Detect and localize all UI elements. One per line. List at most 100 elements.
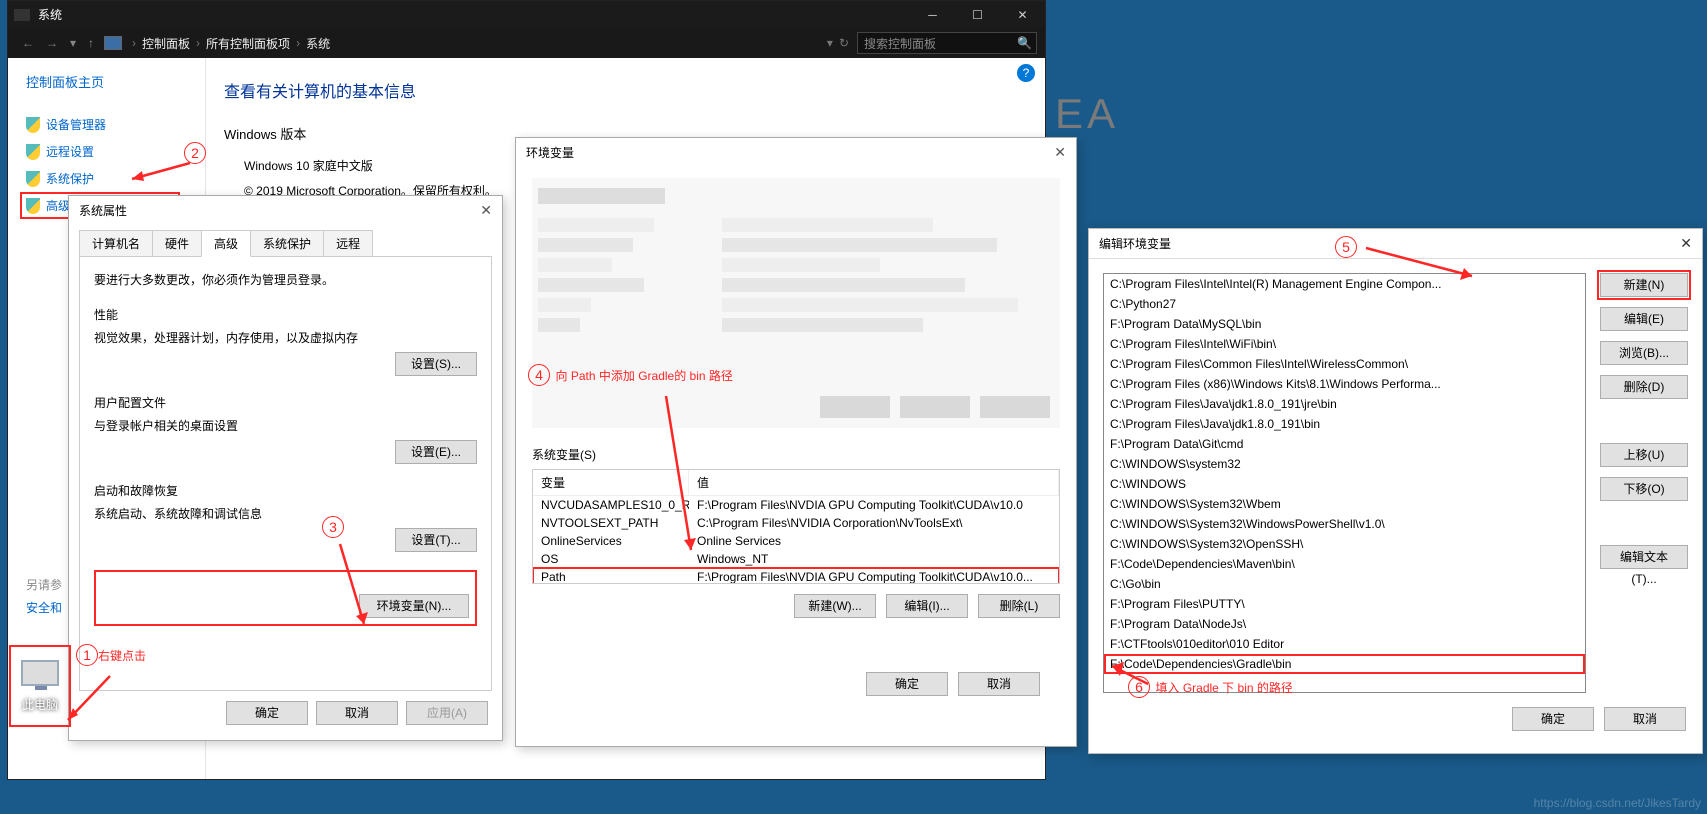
user-profile-settings-button[interactable]: 设置(E)... xyxy=(395,440,477,464)
watermark: https://blog.csdn.net/JikesTardy xyxy=(1534,796,1701,810)
background-ide-text: EA xyxy=(1055,90,1119,138)
tab-advanced[interactable]: 高级 xyxy=(201,230,251,257)
system-titlebar[interactable]: 系统 ─ ☐ ✕ xyxy=(8,1,1045,28)
path-entry[interactable]: C:\WINDOWS\System32\WindowsPowerShell\v1… xyxy=(1104,514,1585,534)
address-dropdown[interactable]: ▾ xyxy=(827,36,833,50)
close-icon[interactable]: ✕ xyxy=(1054,144,1066,162)
edit-env-title: 编辑环境变量 xyxy=(1099,235,1171,252)
maximize-button[interactable]: ☐ xyxy=(955,1,1000,28)
tab-remote[interactable]: 远程 xyxy=(323,230,373,256)
forward-button[interactable]: → xyxy=(46,36,58,50)
this-pc-label: 此电脑 xyxy=(22,696,58,713)
system-properties-dialog: 系统属性 ✕ 计算机名 硬件 高级 系统保护 远程 要进行大多数更改，你必须作为… xyxy=(68,195,503,741)
new-entry-button[interactable]: 新建(N) xyxy=(1600,273,1688,297)
tab-computer-name[interactable]: 计算机名 xyxy=(79,230,153,256)
sys-var-row[interactable]: OSWindows_NT xyxy=(533,550,1059,568)
breadcrumb-3[interactable]: 系统 xyxy=(306,35,330,52)
performance-heading: 性能 xyxy=(94,306,477,323)
sidebar-device-manager[interactable]: 设备管理器 xyxy=(26,111,205,138)
delete-entry-button[interactable]: 删除(D) xyxy=(1600,375,1688,399)
navigation-bar: ← → ▾ ↑ › 控制面板 › 所有控制面板项 › 系统 ▾ ↻ 搜索控制面板… xyxy=(8,28,1045,58)
sidebar-remote-settings[interactable]: 远程设置 xyxy=(26,138,205,165)
path-entry[interactable]: C:\WINDOWS\System32\OpenSSH\ xyxy=(1104,534,1585,554)
apply-button[interactable]: 应用(A) xyxy=(406,701,488,725)
path-entry-editing[interactable] xyxy=(1104,654,1585,674)
path-entry[interactable]: F:\Code\Dependencies\Maven\bin\ xyxy=(1104,554,1585,574)
path-entry[interactable]: C:\Program Files\Java\jdk1.8.0_191\bin xyxy=(1104,414,1585,434)
ok-button[interactable]: 确定 xyxy=(866,672,948,696)
up-button[interactable]: ↑ xyxy=(88,36,94,50)
env-vars-dialog: 环境变量 ✕ 系统变量(S) 变量 值 NVC xyxy=(515,137,1077,747)
close-button[interactable]: ✕ xyxy=(1000,1,1045,28)
new-var-button[interactable]: 新建(W)... xyxy=(794,594,876,618)
move-up-button[interactable]: 上移(U) xyxy=(1600,443,1688,467)
startup-heading: 启动和故障恢复 xyxy=(94,482,477,499)
user-profile-heading: 用户配置文件 xyxy=(94,394,477,411)
col-value[interactable]: 值 xyxy=(689,470,1059,495)
path-entry[interactable]: C:\Program Files\Common Files\Intel\Wire… xyxy=(1104,354,1585,374)
sys-var-row[interactable]: PathF:\Program Files\NVDIA GPU Computing… xyxy=(533,568,1059,584)
browse-button[interactable]: 浏览(B)... xyxy=(1600,341,1688,365)
close-icon[interactable]: ✕ xyxy=(1680,235,1692,252)
back-button[interactable]: ← xyxy=(22,36,34,50)
shield-icon xyxy=(26,198,40,214)
edit-var-button[interactable]: 编辑(I)... xyxy=(886,594,968,618)
shield-icon xyxy=(26,117,40,133)
sys-var-row[interactable]: NVTOOLSEXT_PATHC:\Program Files\NVIDIA C… xyxy=(533,514,1059,532)
col-variable[interactable]: 变量 xyxy=(533,470,689,495)
user-profile-desc: 与登录帐户相关的桌面设置 xyxy=(94,417,477,434)
cancel-button[interactable]: 取消 xyxy=(316,701,398,725)
path-entry[interactable]: C:\WINDOWS xyxy=(1104,474,1585,494)
sidebar-system-protection[interactable]: 系统保护 xyxy=(26,165,205,192)
history-dropdown[interactable]: ▾ xyxy=(70,36,76,50)
breadcrumb-1[interactable]: 控制面板 xyxy=(142,35,190,52)
startup-settings-button[interactable]: 设置(T)... xyxy=(395,528,477,552)
monitor-icon xyxy=(21,660,59,686)
path-entry[interactable]: C:\WINDOWS\System32\Wbem xyxy=(1104,494,1585,514)
sys-var-row[interactable]: OnlineServicesOnline Services xyxy=(533,532,1059,550)
cancel-button[interactable]: 取消 xyxy=(1604,707,1686,731)
path-entry-input[interactable] xyxy=(1105,655,1584,673)
minimize-button[interactable]: ─ xyxy=(910,1,955,28)
path-entry[interactable]: F:\Program Data\NodeJs\ xyxy=(1104,614,1585,634)
path-entry[interactable]: F:\Program Data\Git\cmd xyxy=(1104,434,1585,454)
move-down-button[interactable]: 下移(O) xyxy=(1600,477,1688,501)
cancel-button[interactable]: 取消 xyxy=(958,672,1040,696)
breadcrumb-2[interactable]: 所有控制面板项 xyxy=(206,35,290,52)
path-entry[interactable]: C:\Python27 xyxy=(1104,294,1585,314)
tab-hardware[interactable]: 硬件 xyxy=(152,230,202,256)
ok-button[interactable]: 确定 xyxy=(1512,707,1594,731)
security-link[interactable]: 安全和 xyxy=(26,596,62,619)
help-icon[interactable]: ? xyxy=(1017,64,1035,82)
user-variables-blurred xyxy=(532,178,1060,428)
ok-button[interactable]: 确定 xyxy=(226,701,308,725)
this-pc-desktop-icon[interactable]: 此电脑 xyxy=(9,645,71,727)
edit-text-button[interactable]: 编辑文本(T)... xyxy=(1600,545,1688,569)
close-icon[interactable]: ✕ xyxy=(480,202,492,220)
path-entry[interactable]: F:\Program Files\PUTTY\ xyxy=(1104,594,1585,614)
search-input[interactable]: 搜索控制面板 🔍 xyxy=(857,32,1037,54)
system-vars-label: 系统变量(S) xyxy=(532,446,1060,463)
path-entry[interactable]: C:\Program Files (x86)\Windows Kits\8.1\… xyxy=(1104,374,1585,394)
path-entry[interactable]: F:\Program Data\MySQL\bin xyxy=(1104,314,1585,334)
system-icon xyxy=(14,9,30,21)
edit-env-var-dialog: 编辑环境变量 ✕ C:\Program Files\Intel\Intel(R)… xyxy=(1088,228,1703,754)
performance-settings-button[interactable]: 设置(S)... xyxy=(395,352,477,376)
tabs: 计算机名 硬件 高级 系统保护 远程 xyxy=(79,230,492,256)
path-entry[interactable]: C:\Go\bin xyxy=(1104,574,1585,594)
system-vars-table[interactable]: 变量 值 NVCUDASAMPLES10_0_RF:\Program Files… xyxy=(532,469,1060,584)
delete-var-button[interactable]: 删除(L) xyxy=(978,594,1060,618)
tab-system-protection[interactable]: 系统保护 xyxy=(250,230,324,256)
path-entry[interactable]: C:\Program Files\Intel\WiFi\bin\ xyxy=(1104,334,1585,354)
path-entry[interactable]: F:\CTFtools\010editor\010 Editor xyxy=(1104,634,1585,654)
path-entry[interactable]: C:\Program Files\Java\jdk1.8.0_191\jre\b… xyxy=(1104,394,1585,414)
control-panel-home-link[interactable]: 控制面板主页 xyxy=(26,72,205,91)
sys-var-row[interactable]: NVCUDASAMPLES10_0_RF:\Program Files\NVDI… xyxy=(533,496,1059,514)
edit-entry-button[interactable]: 编辑(E) xyxy=(1600,307,1688,331)
refresh-button[interactable]: ↻ xyxy=(839,36,849,50)
path-entries-list[interactable]: C:\Program Files\Intel\Intel(R) Manageme… xyxy=(1103,273,1586,693)
path-entry[interactable]: C:\Program Files\Intel\Intel(R) Manageme… xyxy=(1104,274,1585,294)
related-label: 另请参 xyxy=(26,573,62,596)
path-entry[interactable]: C:\WINDOWS\system32 xyxy=(1104,454,1585,474)
environment-variables-button[interactable]: 环境变量(N)... xyxy=(359,594,469,618)
